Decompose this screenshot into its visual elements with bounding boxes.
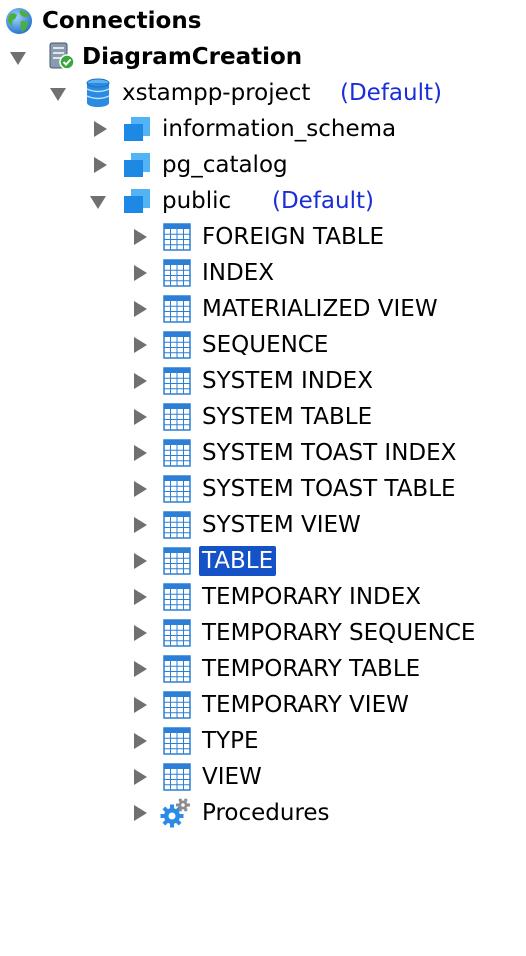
schema-label: information_schema (162, 116, 397, 142)
chevron-right-icon[interactable] (130, 515, 150, 535)
table-grid-icon (163, 511, 191, 539)
tree-node-view[interactable]: VIEW (0, 759, 526, 795)
chevron-right-icon[interactable] (130, 407, 150, 427)
tree-node-index[interactable]: INDEX (0, 255, 526, 291)
tree-node-temporary-table[interactable]: TEMPORARY TABLE (0, 651, 526, 687)
chevron-down-icon[interactable] (48, 84, 68, 104)
tree-node-label: VIEW (202, 764, 262, 790)
schema-label: public (162, 188, 232, 214)
tree-node-label: SYSTEM TOAST INDEX (202, 440, 457, 466)
database-label: xstampp-project (122, 80, 311, 106)
schema-icon (124, 153, 150, 177)
chevron-right-icon[interactable] (130, 443, 150, 463)
tree-node-temporary-sequence[interactable]: TEMPORARY SEQUENCE (0, 615, 526, 651)
table-grid-icon (163, 619, 191, 647)
table-grid-icon (163, 475, 191, 503)
server-connected-icon (49, 42, 75, 70)
table-grid-icon (163, 583, 191, 611)
schema-label: pg_catalog (162, 152, 288, 178)
tree-node-system-table[interactable]: SYSTEM TABLE (0, 399, 526, 435)
table-grid-icon (163, 331, 191, 359)
tree-connection-diagramcreation[interactable]: DiagramCreation (0, 39, 526, 75)
tree-node-temporary-view[interactable]: TEMPORARY VIEW (0, 687, 526, 723)
tree-node-temporary-index[interactable]: TEMPORARY INDEX (0, 579, 526, 615)
chevron-right-icon[interactable] (90, 155, 110, 175)
table-grid-icon (163, 655, 191, 683)
chevron-right-icon[interactable] (130, 695, 150, 715)
chevron-right-icon[interactable] (130, 299, 150, 319)
tree-database-xstampp-project[interactable]: xstampp-project (Default) (0, 75, 526, 111)
tree-node-label: INDEX (202, 260, 274, 286)
default-tag: (Default) (340, 80, 442, 106)
tree-node-table[interactable]: TABLE (0, 543, 526, 579)
tree-node-label-selected: TABLE (199, 546, 277, 576)
chevron-right-icon[interactable] (130, 227, 150, 247)
tree-node-system-toast-index[interactable]: SYSTEM TOAST INDEX (0, 435, 526, 471)
chevron-right-icon[interactable] (130, 335, 150, 355)
chevron-right-icon[interactable] (130, 803, 150, 823)
chevron-right-icon[interactable] (130, 623, 150, 643)
tree-node-system-index[interactable]: SYSTEM INDEX (0, 363, 526, 399)
chevron-right-icon[interactable] (130, 767, 150, 787)
chevron-right-icon[interactable] (130, 731, 150, 751)
table-grid-icon (163, 403, 191, 431)
default-tag: (Default) (272, 188, 374, 214)
tree-node-sequence[interactable]: SEQUENCE (0, 327, 526, 363)
chevron-right-icon[interactable] (130, 371, 150, 391)
tree-node-label: MATERIALIZED VIEW (202, 296, 438, 322)
tree-node-foreign-table[interactable]: FOREIGN TABLE (0, 219, 526, 255)
tree-schema-public[interactable]: public (Default) (0, 183, 526, 219)
tree-node-label: SEQUENCE (202, 332, 329, 358)
table-grid-icon (163, 727, 191, 755)
globe-icon (6, 8, 32, 34)
chevron-down-icon[interactable] (88, 192, 108, 212)
table-grid-icon (163, 259, 191, 287)
tree-node-label: FOREIGN TABLE (202, 224, 385, 250)
tree-node-system-toast-table[interactable]: SYSTEM TOAST TABLE (0, 471, 526, 507)
tree-node-label: SYSTEM VIEW (202, 512, 361, 538)
chevron-down-icon[interactable] (8, 48, 28, 68)
table-grid-icon (163, 223, 191, 251)
chevron-right-icon[interactable] (130, 551, 150, 571)
chevron-right-icon[interactable] (130, 263, 150, 283)
tree-node-label: SYSTEM INDEX (202, 368, 373, 394)
tree-node-type[interactable]: TYPE (0, 723, 526, 759)
tree-node-label: SYSTEM TOAST TABLE (202, 476, 456, 502)
connection-label: DiagramCreation (82, 44, 303, 70)
tree-node-label: TEMPORARY SEQUENCE (202, 620, 476, 646)
tree-node-label: SYSTEM TABLE (202, 404, 373, 430)
tree-schema-pg-catalog[interactable]: pg_catalog (0, 147, 526, 183)
tree-node-label: TYPE (202, 728, 259, 754)
tree-root-connections[interactable]: Connections (0, 3, 526, 39)
tree-schema-information-schema[interactable]: information_schema (0, 111, 526, 147)
schema-icon (124, 117, 150, 141)
schema-icon (124, 189, 150, 213)
tree-node-procedures[interactable]: Procedures (0, 795, 526, 831)
table-grid-icon (163, 367, 191, 395)
tree-root-label: Connections (42, 8, 202, 34)
table-grid-icon (163, 691, 191, 719)
tree-node-label: TEMPORARY TABLE (202, 656, 421, 682)
table-grid-icon (163, 763, 191, 791)
chevron-right-icon[interactable] (130, 587, 150, 607)
tree-node-label: Procedures (202, 800, 330, 826)
database-icon (86, 78, 110, 107)
table-grid-icon (163, 439, 191, 467)
chevron-right-icon[interactable] (130, 479, 150, 499)
connections-tree: Connections DiagramCreation xstampp-proj… (0, 0, 526, 956)
tree-node-label: TEMPORARY VIEW (202, 692, 409, 718)
tree-node-label: TEMPORARY INDEX (202, 584, 422, 610)
chevron-right-icon[interactable] (90, 119, 110, 139)
procedures-gear-icon (160, 798, 190, 828)
tree-node-materialized-view[interactable]: MATERIALIZED VIEW (0, 291, 526, 327)
tree-node-system-view[interactable]: SYSTEM VIEW (0, 507, 526, 543)
table-grid-icon (163, 547, 191, 575)
chevron-right-icon[interactable] (130, 659, 150, 679)
table-grid-icon (163, 295, 191, 323)
